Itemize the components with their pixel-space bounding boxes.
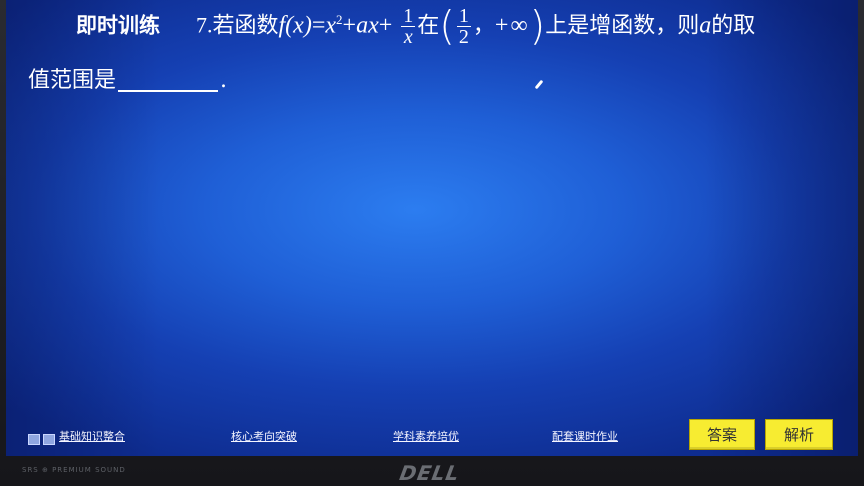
nav-link-homework[interactable]: 配套课时作业 [552, 428, 618, 444]
question-period: . [220, 68, 228, 93]
fraction-one-half: 12 [456, 5, 471, 48]
fraction-numerator: 1 [456, 5, 471, 27]
question-line-1: 即时训练 7.若函数f(x)=x2+ax+ 1 x 在(1 2 ，+∞)上是增函数，则a… [76, 6, 755, 47]
screen-tool-icon[interactable] [43, 434, 55, 445]
plus-infinity: +∞ [494, 12, 530, 39]
nav-link-basic-knowledge[interactable]: 基础知识整合 [59, 428, 125, 444]
analysis-button[interactable]: 解析 [765, 419, 833, 450]
interval-close-paren: ) [529, 3, 546, 50]
answer-button[interactable]: 答案 [689, 419, 755, 450]
interval-open-paren: ( [439, 3, 455, 50]
question-line-2: 值范围是. [28, 62, 227, 94]
pen-tool-icon[interactable] [28, 434, 40, 445]
section-title: 即时训练 [76, 13, 160, 38]
a-variable: a [699, 12, 712, 39]
plus-sign-2: + [378, 12, 393, 39]
interval-comma: ， [472, 13, 495, 39]
nav-link-subject-literacy[interactable]: 学科素养培优 [393, 428, 459, 444]
question-number: 7. [196, 12, 213, 38]
presentation-screen: 即时训练 7.若函数f(x)=x2+ax+ 1 x 在(1 2 ，+∞)上是增函数，则a… [6, 0, 858, 456]
fraction-denominator: x [403, 26, 413, 48]
plus-sign-1: + [342, 12, 357, 39]
nav-link-core-topics[interactable]: 核心考向突破 [231, 428, 297, 444]
fraction-one-over-x: 1x [401, 5, 416, 48]
answer-blank [118, 72, 219, 92]
function-fx: f(x) [278, 12, 312, 39]
question-text-end: 的取 [711, 13, 756, 39]
equals-sign: = [311, 12, 326, 39]
text-zai: 在 [417, 13, 440, 39]
fraction-numerator: 1 [401, 5, 416, 27]
nav-tool-icons[interactable] [28, 430, 58, 445]
ax-term: ax [356, 12, 379, 39]
question-text-suffix: 上是增函数，则 [545, 13, 700, 39]
fraction-denominator: 2 [458, 26, 469, 48]
question-line-2-text: 值范围是 [28, 68, 117, 93]
x-term: x [325, 12, 337, 39]
sound-label: SRS ⊕ PREMIUM SOUND [22, 466, 126, 474]
question-text-prefix: 若函数 [212, 13, 279, 39]
monitor-brand-logo: DELL [397, 461, 462, 485]
